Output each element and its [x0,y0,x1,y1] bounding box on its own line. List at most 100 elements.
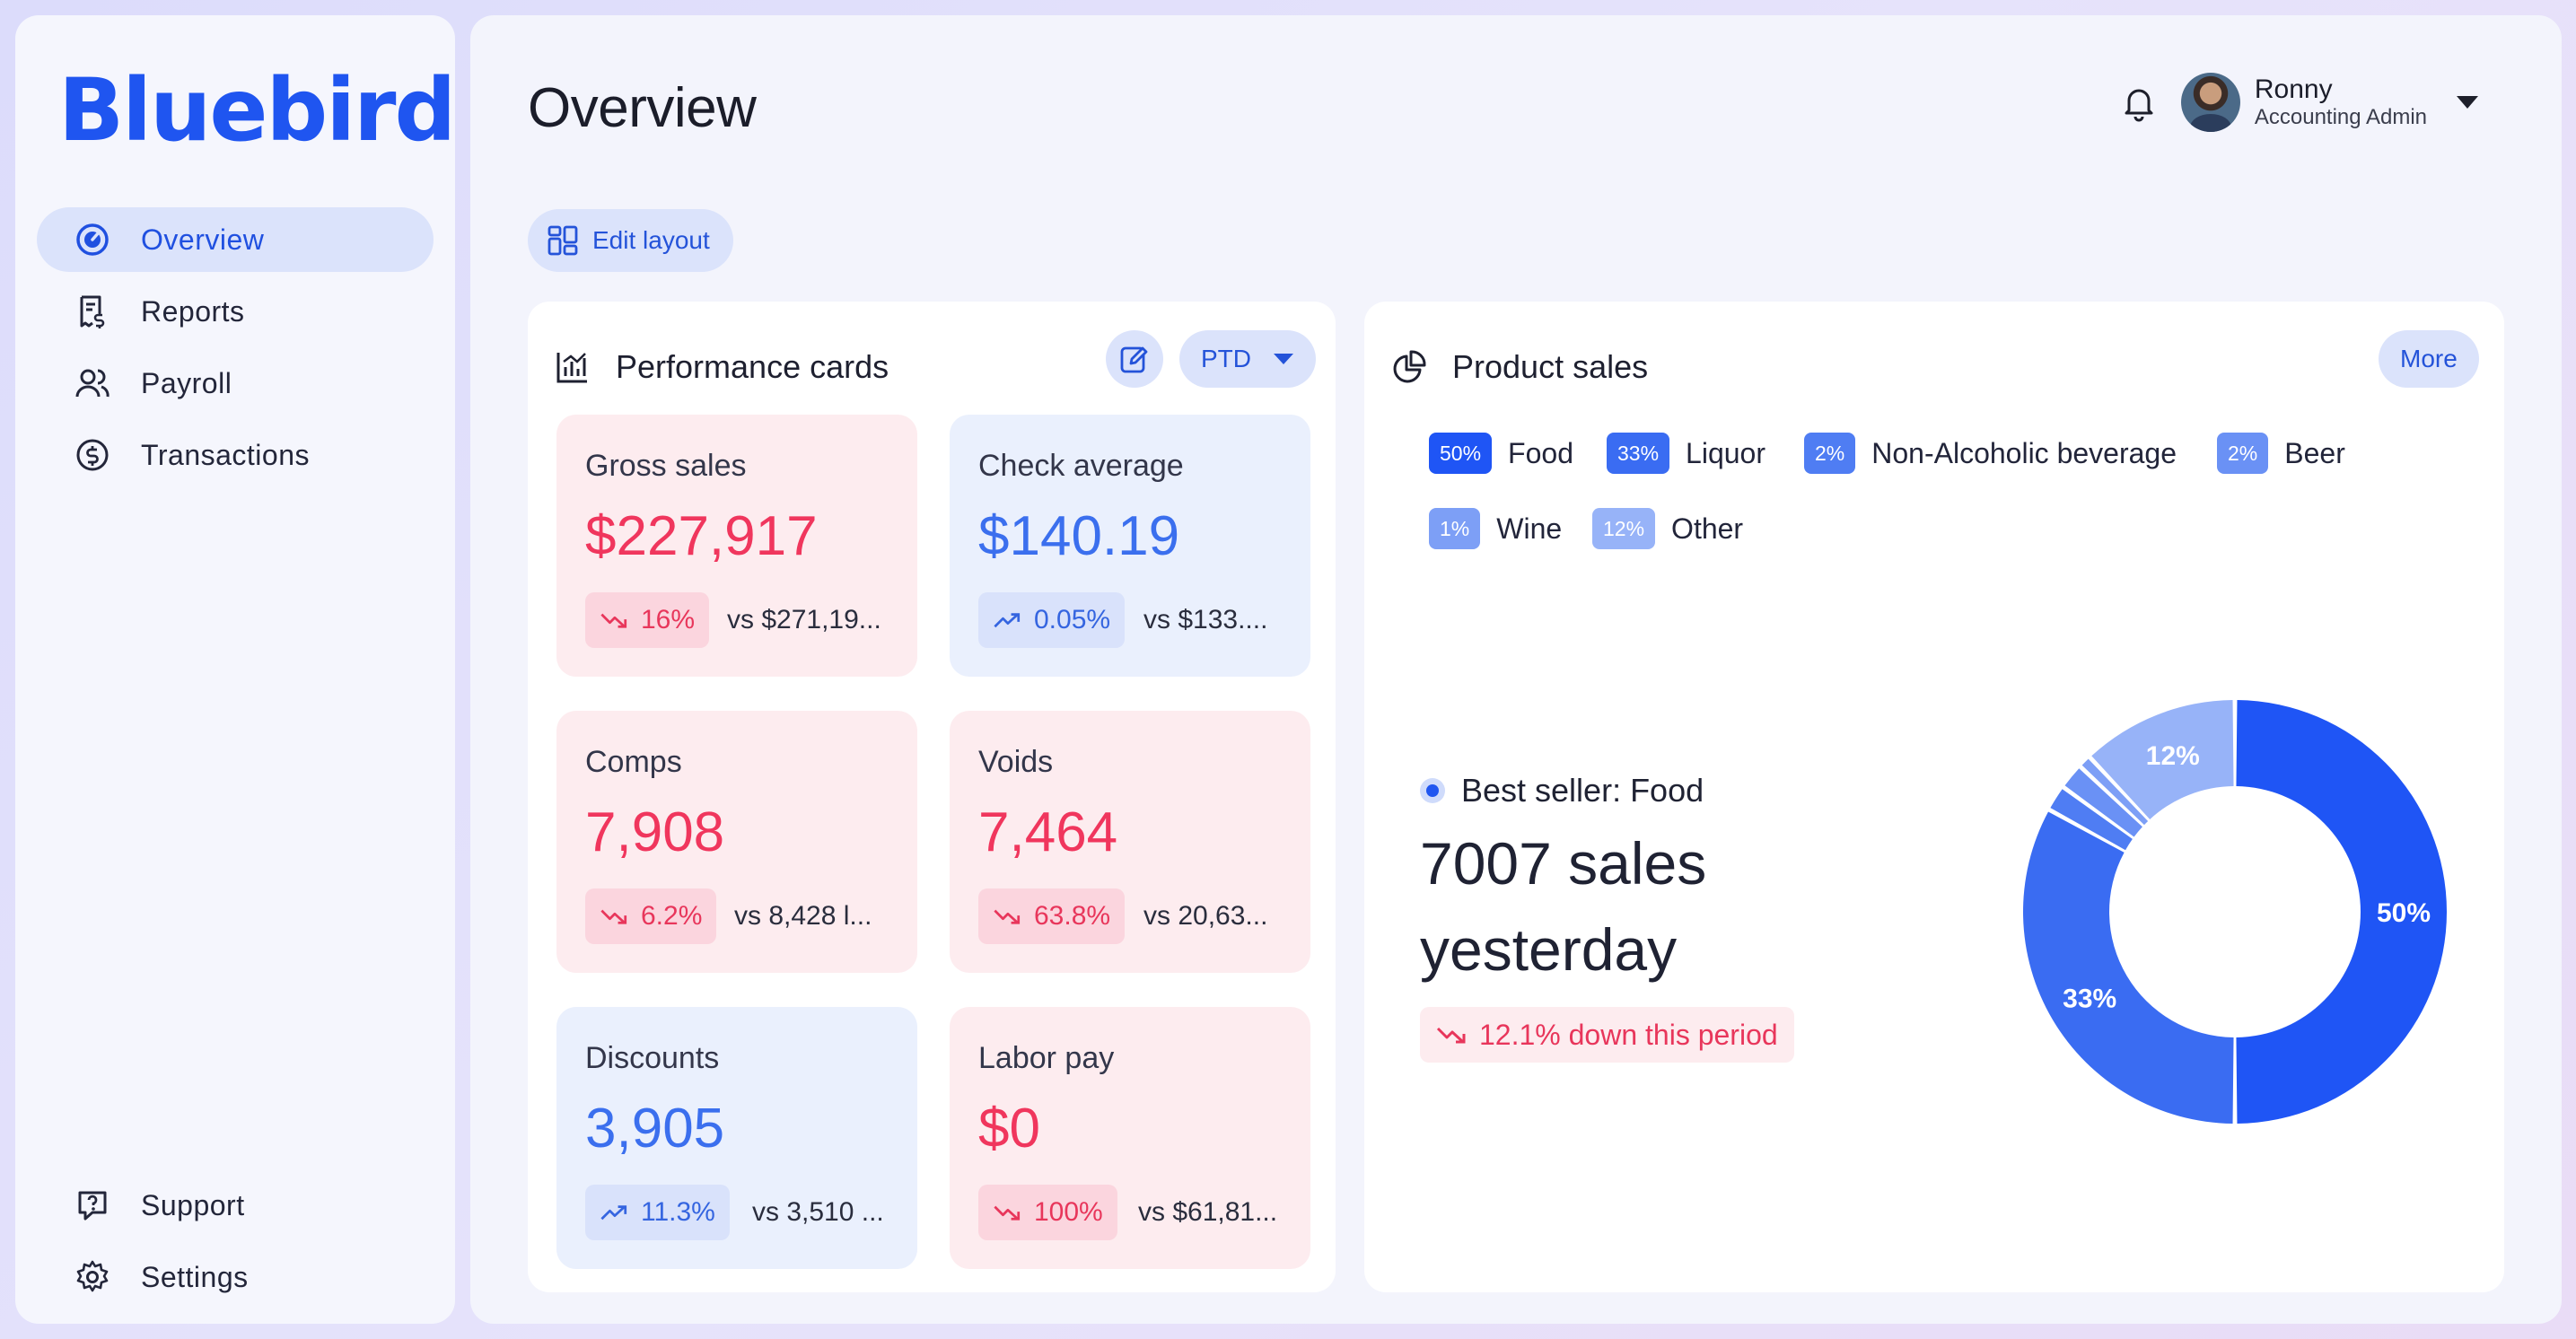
legend-badge: 2% [1804,433,1856,474]
more-button[interactable]: More [2379,330,2479,388]
metric-card[interactable]: Voids 7,464 63.8% vs 20,63... [950,711,1310,973]
metric-comparison: vs $133.... [1143,605,1268,634]
legend-label: Non-Alcoholic beverage [1871,436,2177,469]
product-sales-panel: Product sales More 50% Food 33% Liquor 2… [1364,302,2504,1292]
sidebar-item-label: Payroll [141,366,232,399]
metric-change-badge: 6.2% [585,888,717,944]
sidebar: Bluebird Overview Reports Payroll Transa… [15,15,456,1324]
trend-down-icon [1436,1025,1467,1045]
metric-change-badge: 100% [978,1185,1117,1240]
trend-up-icon [993,611,1021,629]
bell-icon[interactable] [2116,80,2161,125]
metric-change: 16% [641,605,696,634]
best-seller-summary: Best seller: Food 7007 sales yesterday 1… [1420,772,1797,1063]
metric-value: $227,917 [585,505,818,567]
legend-badge: 2% [2217,433,2269,474]
metric-change-badge: 11.3% [585,1185,730,1240]
metric-change: 0.05% [1034,605,1111,634]
trend-down-icon [993,907,1021,925]
sidebar-item-support[interactable]: Support [37,1173,434,1238]
edit-layout-label: Edit layout [592,226,710,254]
edit-layout-button[interactable]: Edit layout [528,209,733,272]
metric-change-badge: 63.8% [978,888,1126,944]
metric-label: Comps [585,745,682,779]
sidebar-item-overview[interactable]: Overview [37,207,434,272]
user-role: Accounting Admin [2254,105,2427,129]
avatar[interactable] [2180,73,2240,132]
trend-down-icon [600,611,628,629]
speedometer-icon [74,222,110,258]
sidebar-nav: Overview Reports Payroll Transactions [37,207,434,494]
legend-badge: 12% [1592,508,1656,549]
legend-label: Other [1671,512,1744,545]
sidebar-item-payroll[interactable]: Payroll [37,351,434,416]
sidebar-item-label: Reports [141,294,245,328]
performance-panel: Performance cards PTD Gross sales $227,91… [528,302,1336,1292]
metric-comparison: vs $271,19... [727,605,881,634]
performance-header: Performance cards [555,348,889,386]
donut-data-label: 50% [2377,898,2431,928]
metric-comparison: vs 8,428 l... [734,901,872,931]
metric-value: 7,464 [978,801,1118,863]
metric-value: $0 [978,1098,1040,1160]
metric-value: $140.19 [978,505,1180,567]
metric-card[interactable]: Comps 7,908 6.2% vs 8,428 l... [556,711,917,973]
legend-item: 33% Liquor [1607,433,1766,474]
page-title: Overview [528,77,757,139]
pie-chart-icon [1391,349,1427,385]
chevron-down-icon[interactable] [2454,89,2481,116]
sidebar-item-reports[interactable]: Reports [37,279,434,344]
metric-comparison: vs 3,510 ... [752,1197,884,1227]
performance-title: Performance cards [616,348,889,385]
more-label: More [2400,345,2458,372]
sidebar-item-label: Settings [141,1260,249,1293]
metric-card[interactable]: Discounts 3,905 11.3% vs 3,510 ... [556,1007,917,1269]
sales-count: 7007 sales yesterday [1420,830,1707,983]
user-menu: Ronny Accounting Admin [2116,73,2481,132]
user-info: Ronny Accounting Admin [2255,74,2427,130]
receipt-icon [74,293,110,329]
legend-label: Beer [2284,436,2345,469]
trend-down-icon [993,1203,1021,1221]
sidebar-item-settings[interactable]: Settings [37,1245,434,1309]
legend-badge: 1% [1429,508,1481,549]
users-icon [74,365,110,401]
gear-icon [74,1259,110,1295]
period-change-text: 12.1% down this period [1479,1018,1778,1051]
legend-item: 50% Food [1429,433,1573,474]
metric-value: 7,908 [585,801,725,863]
trend-up-icon [600,1203,628,1221]
sidebar-item-label: Overview [141,223,265,256]
sidebar-item-transactions[interactable]: Transactions [37,423,434,487]
product-sales-title: Product sales [1452,348,1649,385]
legend-badge: 33% [1607,433,1670,474]
metric-change: 11.3% [641,1197,715,1227]
product-sales-donut-chart: 50% 33% 12% [2023,700,2447,1124]
legend-badge: 50% [1429,433,1493,474]
metric-card[interactable]: Gross sales $227,917 16% vs $271,19... [556,415,917,677]
donut-slice-liquor[interactable] [2023,811,2234,1124]
layout-grid-icon [548,225,578,256]
best-seller-dot-icon [1420,778,1445,803]
metric-change: 100% [1034,1197,1103,1227]
app-logo: Bluebird [58,60,456,161]
legend-label: Liquor [1686,436,1766,469]
metric-card[interactable]: Labor pay $0 100% vs $61,81... [950,1007,1310,1269]
donut-data-label: 12% [2146,741,2200,771]
metric-label: Gross sales [585,449,747,483]
metric-label: Voids [978,745,1054,779]
period-select[interactable]: PTD [1179,330,1316,388]
best-seller-label: Best seller: Food [1461,772,1704,809]
bar-chart-icon [555,349,591,385]
product-sales-header: Product sales [1391,348,1648,386]
period-value: PTD [1201,345,1251,372]
legend-item: 2% Beer [2217,433,2345,474]
sidebar-item-label: Support [141,1188,245,1221]
best-seller-line: Best seller: Food [1420,772,1797,810]
edit-cards-button[interactable] [1106,330,1163,388]
metric-label: Labor pay [978,1041,1115,1075]
edit-icon [1119,344,1150,374]
metric-change: 63.8% [1034,901,1111,931]
donut-data-label: 33% [2063,985,2116,1014]
metric-card[interactable]: Check average $140.19 0.05% vs $133.... [950,415,1310,677]
